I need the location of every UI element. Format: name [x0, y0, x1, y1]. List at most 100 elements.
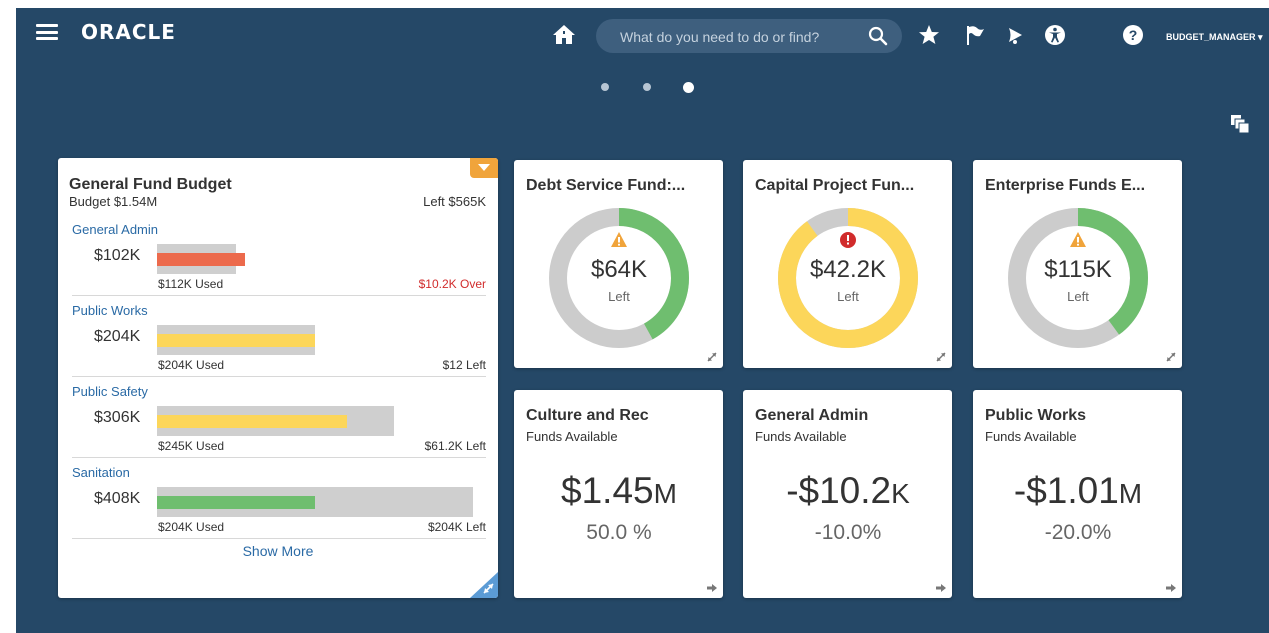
funds-amount: -$1.01: [1013, 470, 1119, 511]
funds-percent: 50.0 %: [586, 521, 652, 544]
divider: [72, 376, 486, 377]
funds-unit: M: [1118, 478, 1143, 509]
section-remaining: $12 Left: [442, 358, 486, 372]
warning-triangle-icon: [1070, 232, 1086, 247]
search-input[interactable]: [618, 26, 862, 48]
page-dot-3[interactable]: [683, 82, 694, 93]
budget-section-public-safety: Public Safety $306K $245K Used $61.2K Le…: [72, 384, 486, 465]
divider: [72, 457, 486, 458]
budget-bar-fill: [157, 334, 315, 347]
page-dot-1[interactable]: [601, 83, 609, 91]
culture-and-rec-card[interactable]: Culture and Rec Funds Available $1.45M 5…: [514, 390, 723, 598]
budget-bar-fill: [157, 253, 246, 266]
section-remaining: $10.2K Over: [418, 277, 486, 291]
error-circle-icon: [840, 232, 856, 248]
section-name-link[interactable]: Public Works: [72, 303, 148, 318]
public-works-card[interactable]: Public Works Funds Available -$1.01M -20…: [973, 390, 1182, 598]
divider: [72, 295, 486, 296]
section-name-link[interactable]: General Admin: [72, 222, 158, 237]
section-remaining: $204K Left: [427, 520, 486, 534]
budget-section-general-admin: General Admin $102K $112K Used $10.2K Ov…: [72, 222, 486, 303]
donut-value: $64K: [590, 256, 648, 283]
donut-value: $115K: [1044, 256, 1112, 283]
funds-amount: -$10.2: [786, 470, 892, 511]
funds-unit: K: [891, 478, 910, 509]
hamburger-menu-icon[interactable]: [36, 24, 58, 40]
home-icon[interactable]: [552, 23, 576, 45]
capital-project-funds-card[interactable]: Capital Project Fun... $42.2K Left: [743, 160, 952, 368]
card-subtitle: Funds Available: [526, 429, 618, 444]
show-more-link[interactable]: Show More: [58, 543, 498, 559]
funds-value: -$10.2K: [743, 470, 952, 512]
donut-label: Left: [608, 289, 630, 304]
svg-text:?: ?: [1129, 27, 1138, 43]
funds-percent: -20.0%: [1044, 521, 1112, 544]
warning-triangle-icon: [611, 232, 627, 247]
arrow-right-icon[interactable]: [1166, 584, 1176, 592]
budget-bar-fill: [157, 415, 347, 428]
section-amount: $204K: [94, 328, 141, 345]
budget-section-public-works: Public Works $204K $204K Used $12 Left: [72, 303, 486, 384]
budget-bar-track: [157, 325, 315, 355]
budget-section-sanitation: Sanitation $408K $204K Used $204K Left: [72, 465, 486, 546]
expand-icon[interactable]: [936, 352, 946, 362]
help-icon[interactable]: ?: [1122, 24, 1144, 46]
section-remaining: $61.2K Left: [424, 439, 486, 453]
enterprise-funds-card[interactable]: Enterprise Funds E... $115K Left: [973, 160, 1182, 368]
flag-icon[interactable]: [964, 24, 986, 46]
card-title: General Admin: [755, 407, 869, 424]
funds-value: -$1.01M: [973, 470, 1182, 512]
general-admin-card[interactable]: General Admin Funds Available -$10.2K -1…: [743, 390, 952, 598]
section-amount: $408K: [94, 490, 141, 507]
expand-icon[interactable]: [470, 572, 498, 598]
chevron-down-icon: [478, 164, 490, 171]
section-name-link[interactable]: Sanitation: [72, 465, 130, 480]
bell-icon[interactable]: [1004, 24, 1026, 46]
card-title: Enterprise Funds E...: [985, 177, 1146, 194]
section-used: $204K Used: [158, 358, 225, 372]
expand-icon[interactable]: [1166, 352, 1176, 362]
budget-bar-track: [157, 487, 473, 517]
funds-value: $1.45M: [514, 470, 723, 512]
divider: [72, 538, 486, 539]
search-box: [596, 19, 902, 53]
debt-service-funds-card[interactable]: Debt Service Fund:... $64K Left: [514, 160, 723, 368]
section-name-link[interactable]: Public Safety: [72, 384, 148, 399]
section-amount: $306K: [94, 409, 141, 426]
tiles-view-icon[interactable]: [1229, 113, 1251, 135]
funds-amount: $1.45: [561, 470, 654, 511]
arrow-right-icon[interactable]: [707, 584, 717, 592]
budget-left: Left $565K: [423, 194, 486, 209]
card-menu-button[interactable]: [470, 158, 498, 178]
star-icon[interactable]: [918, 24, 940, 46]
card-subtitle: Funds Available: [755, 429, 847, 444]
card-subtitle: Funds Available: [985, 429, 1077, 444]
app-window: ORACLE ? BUDGET_MANAGER ▾: [16, 8, 1269, 633]
budget-bar-fill: [157, 496, 315, 509]
card-title: General Fund Budget: [69, 176, 232, 193]
budget-bar-track: [157, 244, 246, 274]
card-title: Capital Project Fun...: [755, 177, 915, 194]
oracle-logo: ORACLE: [81, 20, 176, 44]
donut-label: Left: [837, 289, 859, 304]
section-used: $245K Used: [158, 439, 225, 453]
expand-icon[interactable]: [707, 352, 717, 362]
user-menu[interactable]: BUDGET_MANAGER ▾: [1166, 32, 1263, 43]
budget-total: Budget $1.54M: [69, 194, 158, 209]
donut-value: $42.2K: [809, 256, 887, 283]
card-title: Public Works: [985, 407, 1087, 424]
search-icon[interactable]: [868, 26, 888, 46]
funds-unit: M: [653, 478, 677, 509]
section-used: $112K Used: [158, 277, 224, 291]
budget-bar-track: [157, 406, 394, 436]
section-used: $204K Used: [158, 520, 225, 534]
general-fund-budget-card[interactable]: General Fund Budget Budget $1.54M Left $…: [58, 158, 498, 598]
funds-percent: -10.0%: [814, 521, 882, 544]
card-title: Debt Service Fund:...: [526, 177, 686, 194]
section-amount: $102K: [94, 247, 141, 264]
accessibility-icon[interactable]: [1044, 24, 1066, 46]
arrow-right-icon[interactable]: [936, 584, 946, 592]
donut-label: Left: [1067, 289, 1089, 304]
page-dot-2[interactable]: [643, 83, 651, 91]
card-title: Culture and Rec: [526, 407, 649, 424]
